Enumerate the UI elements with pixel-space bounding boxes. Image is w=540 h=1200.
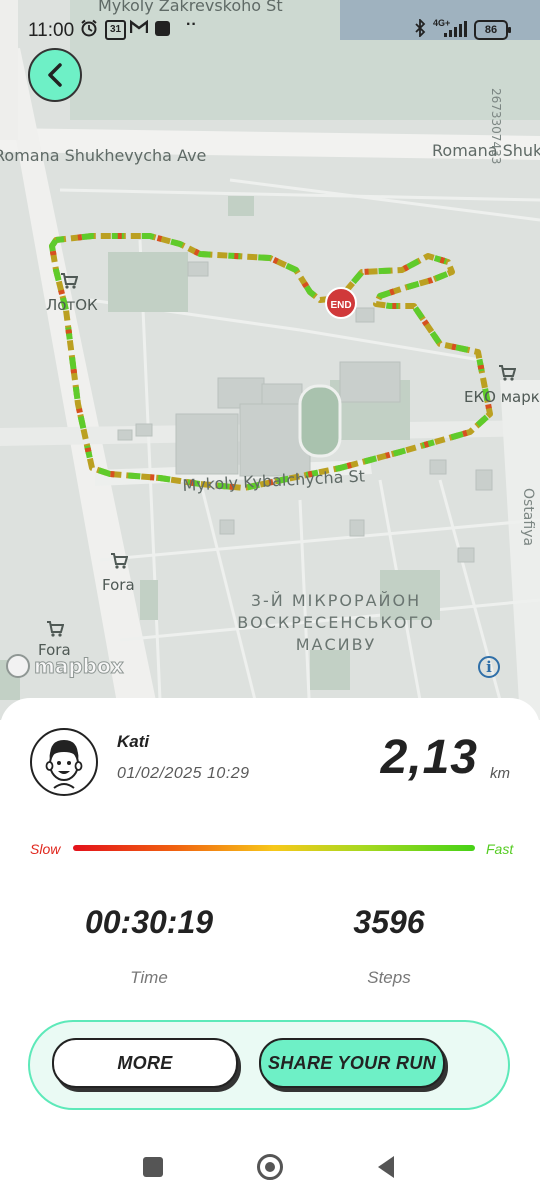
avatar[interactable] <box>30 728 98 796</box>
district-label: 3-Й МІКРОРАЙОН ВОСКРЕСЕНСЬКОГО МАСИВУ <box>226 590 446 656</box>
bluetooth-icon <box>414 17 426 42</box>
app-notification-icon <box>155 21 170 36</box>
more-notifications-icon: ·· <box>186 16 197 33</box>
battery-icon: 86 <box>474 20 511 40</box>
user-name: Kati <box>117 732 150 751</box>
run-date: 01/02/2025 10:29 <box>117 765 250 782</box>
street-label: Romana Shukhevycha Ave <box>0 146 207 165</box>
pace-slow-label: Slow <box>30 841 61 857</box>
district-line: ВОСКРЕСЕНСЬКОГО <box>237 613 435 632</box>
status-bar: 11:00 31 ·· 4G+ 86 <box>0 0 540 60</box>
chevron-left-icon <box>48 63 62 87</box>
end-marker: END <box>325 287 357 319</box>
mapbox-text: mapbox <box>34 654 125 679</box>
mapbox-logo[interactable]: mapbox <box>6 652 124 680</box>
poi-label: Fora <box>102 576 135 594</box>
building-number-label: 2673307433 <box>489 88 503 165</box>
time-label: Time <box>130 968 168 987</box>
home-icon-dot <box>265 1162 275 1172</box>
route-map[interactable]: END Mykoly Zakrevskoho St Romana Shukhev… <box>0 0 540 720</box>
street-label: Romana Shuk <box>432 141 540 160</box>
poi-label: ЛотОК <box>46 296 98 314</box>
pace-gradient-bar <box>73 845 475 851</box>
time-value: 00:30:19 <box>84 904 214 940</box>
avatar-face-icon <box>45 740 83 789</box>
distance-unit: km <box>490 765 510 782</box>
status-time: 11:00 <box>28 20 75 41</box>
share-run-button[interactable]: SHARE YOUR RUN <box>259 1038 445 1088</box>
pace-fast-label: Fast <box>486 841 514 857</box>
steps-value: 3596 <box>353 904 425 940</box>
calendar-icon: 31 <box>105 20 126 40</box>
recent-apps-icon[interactable] <box>143 1157 163 1177</box>
district-line: МАСИВУ <box>295 635 377 654</box>
more-button[interactable]: MORE <box>52 1038 238 1088</box>
back-button[interactable] <box>28 48 82 102</box>
home-icon[interactable] <box>257 1154 283 1180</box>
road-east <box>500 380 540 720</box>
street-label: Ostafiya <box>520 488 536 547</box>
stadium <box>298 384 342 458</box>
signal-icon <box>444 21 468 42</box>
mapbox-icon <box>6 654 30 678</box>
district-line: 3-Й МІКРОРАЙОН <box>250 591 422 610</box>
action-buttons-group: MORE SHARE YOUR RUN <box>28 1020 510 1110</box>
back-icon[interactable] <box>376 1155 396 1184</box>
distance-value: 2,13 <box>380 731 478 784</box>
info-icon[interactable]: i <box>478 656 500 678</box>
end-marker-label: END <box>330 300 351 311</box>
steps-label: Steps <box>367 968 411 987</box>
gmail-icon <box>129 19 149 40</box>
poi-label: ЕКО марке <box>464 388 540 406</box>
alarm-icon <box>80 19 98 42</box>
run-summary-sheet: Kati 01/02/2025 10:29 2,13 km Slow Fast … <box>0 698 540 1200</box>
